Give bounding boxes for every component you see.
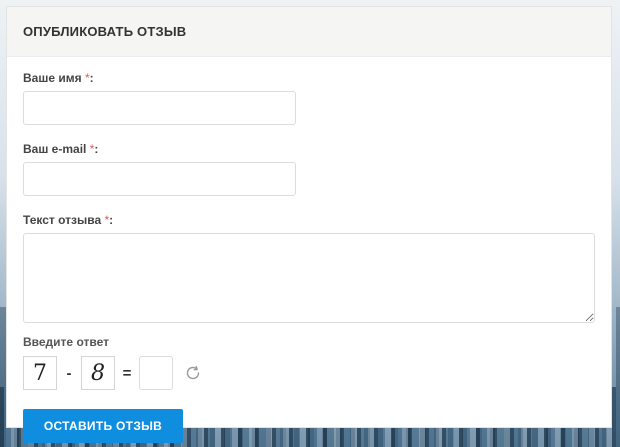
submit-review-button[interactable]: ОСТАВИТЬ ОТЗЫВ: [23, 409, 183, 443]
name-field-group: Ваше имя *:: [23, 71, 595, 125]
panel-header: ОПУБЛИКОВАТЬ ОТЗЫВ: [7, 7, 611, 57]
review-text-label: Текст отзыва *:: [23, 213, 114, 227]
captcha-answer-input[interactable]: [139, 356, 173, 390]
captcha-equals: =: [122, 364, 132, 382]
name-input[interactable]: [23, 91, 296, 125]
review-text-input[interactable]: [23, 233, 595, 323]
captcha-label: Введите ответ: [23, 335, 109, 349]
captcha-row: 7 - 8 =: [23, 355, 595, 391]
email-label: Ваш e-mail *:: [23, 142, 99, 156]
email-input[interactable]: [23, 162, 296, 196]
email-field-group: Ваш e-mail *:: [23, 142, 595, 196]
review-form-panel: ОПУБЛИКОВАТЬ ОТЗЫВ Ваше имя *: Ваш e-mai…: [6, 6, 612, 443]
review-text-field-group: Текст отзыва *:: [23, 213, 595, 323]
page-title: ОПУБЛИКОВАТЬ ОТЗЫВ: [23, 24, 187, 39]
captcha-operand-a: 7: [23, 356, 57, 390]
review-form: Ваше имя *: Ваш e-mail *: Текст отзыва *…: [7, 57, 611, 443]
captcha-operator: -: [66, 364, 72, 382]
captcha-operand-b: 8: [81, 356, 115, 390]
name-label: Ваше имя *:: [23, 71, 94, 85]
refresh-icon[interactable]: [183, 363, 203, 383]
